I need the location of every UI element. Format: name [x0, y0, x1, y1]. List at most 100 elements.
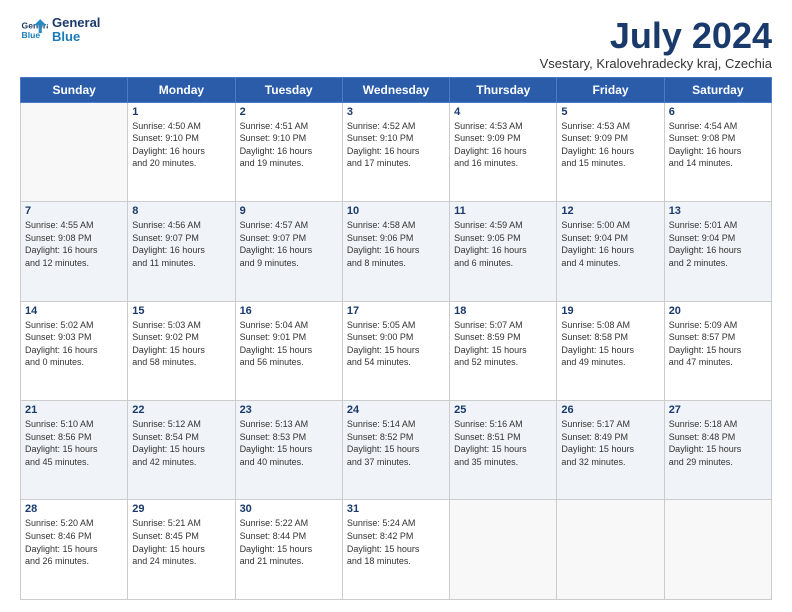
- location: Vsestary, Kralovehradecky kraj, Czechia: [540, 56, 772, 71]
- calendar-cell: 3 Sunrise: 4:52 AMSunset: 9:10 PMDaylight…: [342, 102, 449, 201]
- day-number: 18: [454, 305, 552, 317]
- day-number: 1: [132, 106, 230, 118]
- day-number: 30: [240, 503, 338, 515]
- calendar-cell: 17Sunrise: 5:05 AMSunset: 9:00 PMDayligh…: [342, 301, 449, 400]
- cell-content: Sunrise: 4:51 AMSunset: 9:10 PMDaylight:…: [240, 120, 338, 170]
- calendar-cell: 4 Sunrise: 4:53 AMSunset: 9:09 PMDaylight…: [450, 102, 557, 201]
- cell-content: Sunrise: 4:58 AMSunset: 9:06 PMDaylight:…: [347, 219, 445, 269]
- col-header-wednesday: Wednesday: [342, 77, 449, 102]
- col-header-tuesday: Tuesday: [235, 77, 342, 102]
- cell-content: Sunrise: 5:01 AMSunset: 9:04 PMDaylight:…: [669, 219, 767, 269]
- cell-content: Sunrise: 5:10 AMSunset: 8:56 PMDaylight:…: [25, 418, 123, 468]
- calendar-cell: 20Sunrise: 5:09 AMSunset: 8:57 PMDayligh…: [664, 301, 771, 400]
- day-number: 3: [347, 106, 445, 118]
- day-number: 16: [240, 305, 338, 317]
- day-number: 11: [454, 205, 552, 217]
- calendar-cell: 31 Sunrise: 5:24 AMSunset: 8:42 PMDayligh…: [342, 500, 449, 600]
- month-title: July 2024: [540, 16, 772, 56]
- calendar-cell: 8 Sunrise: 4:56 AMSunset: 9:07 PMDaylight…: [128, 202, 235, 301]
- day-number: 24: [347, 404, 445, 416]
- title-block: July 2024 Vsestary, Kralovehradecky kraj…: [540, 16, 772, 71]
- day-number: 5: [561, 106, 659, 118]
- calendar-row: 1 Sunrise: 4:50 AMSunset: 9:10 PMDaylight…: [21, 102, 772, 201]
- cell-content: Sunrise: 5:17 AMSunset: 8:49 PMDaylight:…: [561, 418, 659, 468]
- day-number: 28: [25, 503, 123, 515]
- calendar-cell: [664, 500, 771, 600]
- calendar-cell: 13Sunrise: 5:01 AMSunset: 9:04 PMDayligh…: [664, 202, 771, 301]
- calendar-row: 7 Sunrise: 4:55 AMSunset: 9:08 PMDaylight…: [21, 202, 772, 301]
- cell-content: Sunrise: 5:07 AMSunset: 8:59 PMDaylight:…: [454, 319, 552, 369]
- day-number: 19: [561, 305, 659, 317]
- col-header-saturday: Saturday: [664, 77, 771, 102]
- calendar-cell: 29Sunrise: 5:21 AMSunset: 8:45 PMDayligh…: [128, 500, 235, 600]
- cell-content: Sunrise: 4:50 AMSunset: 9:10 PMDaylight:…: [132, 120, 230, 170]
- cell-content: Sunrise: 4:59 AMSunset: 9:05 PMDaylight:…: [454, 219, 552, 269]
- cell-content: Sunrise: 5:24 AMSunset: 8:42 PMDaylight:…: [347, 517, 445, 567]
- day-number: 2: [240, 106, 338, 118]
- cell-content: Sunrise: 5:08 AMSunset: 8:58 PMDaylight:…: [561, 319, 659, 369]
- day-number: 21: [25, 404, 123, 416]
- calendar-cell: 25 Sunrise: 5:16 AMSunset: 8:51 PMDayligh…: [450, 401, 557, 500]
- day-number: 17: [347, 305, 445, 317]
- calendar-cell: 21 Sunrise: 5:10 AMSunset: 8:56 PMDayligh…: [21, 401, 128, 500]
- svg-text:General: General: [22, 21, 48, 31]
- day-number: 8: [132, 205, 230, 217]
- cell-content: Sunrise: 5:18 AMSunset: 8:48 PMDaylight:…: [669, 418, 767, 468]
- day-number: 27: [669, 404, 767, 416]
- calendar-cell: 5 Sunrise: 4:53 AMSunset: 9:09 PMDaylight…: [557, 102, 664, 201]
- logo-text-general: General: [52, 16, 100, 30]
- calendar-cell: 7 Sunrise: 4:55 AMSunset: 9:08 PMDaylight…: [21, 202, 128, 301]
- calendar-cell: 28 Sunrise: 5:20 AMSunset: 8:46 PMDayligh…: [21, 500, 128, 600]
- calendar-page: General Blue General Blue July 2024 Vses…: [0, 0, 792, 612]
- col-header-monday: Monday: [128, 77, 235, 102]
- logo-icon: General Blue: [20, 16, 48, 44]
- calendar-cell: 22 Sunrise: 5:12 AMSunset: 8:54 PMDayligh…: [128, 401, 235, 500]
- cell-content: Sunrise: 5:13 AMSunset: 8:53 PMDaylight:…: [240, 418, 338, 468]
- day-number: 15: [132, 305, 230, 317]
- calendar-cell: 1 Sunrise: 4:50 AMSunset: 9:10 PMDaylight…: [128, 102, 235, 201]
- calendar-row: 28 Sunrise: 5:20 AMSunset: 8:46 PMDayligh…: [21, 500, 772, 600]
- cell-content: Sunrise: 5:22 AMSunset: 8:44 PMDaylight:…: [240, 517, 338, 567]
- day-number: 12: [561, 205, 659, 217]
- cell-content: Sunrise: 4:53 AMSunset: 9:09 PMDaylight:…: [454, 120, 552, 170]
- calendar-cell: 18 Sunrise: 5:07 AMSunset: 8:59 PMDayligh…: [450, 301, 557, 400]
- cell-content: Sunrise: 5:14 AMSunset: 8:52 PMDaylight:…: [347, 418, 445, 468]
- calendar-cell: 6Sunrise: 4:54 AMSunset: 9:08 PMDaylight…: [664, 102, 771, 201]
- cell-content: Sunrise: 5:00 AMSunset: 9:04 PMDaylight:…: [561, 219, 659, 269]
- calendar-row: 14 Sunrise: 5:02 AMSunset: 9:03 PMDayligh…: [21, 301, 772, 400]
- calendar-cell: 24 Sunrise: 5:14 AMSunset: 8:52 PMDayligh…: [342, 401, 449, 500]
- cell-content: Sunrise: 4:54 AMSunset: 9:08 PMDaylight:…: [669, 120, 767, 170]
- calendar-table: SundayMondayTuesdayWednesdayThursdayFrid…: [20, 77, 772, 600]
- cell-content: Sunrise: 5:12 AMSunset: 8:54 PMDaylight:…: [132, 418, 230, 468]
- cell-content: Sunrise: 4:55 AMSunset: 9:08 PMDaylight:…: [25, 219, 123, 269]
- calendar-cell: 23Sunrise: 5:13 AMSunset: 8:53 PMDayligh…: [235, 401, 342, 500]
- cell-content: Sunrise: 5:09 AMSunset: 8:57 PMDaylight:…: [669, 319, 767, 369]
- cell-content: Sunrise: 5:02 AMSunset: 9:03 PMDaylight:…: [25, 319, 123, 369]
- cell-content: Sunrise: 5:21 AMSunset: 8:45 PMDaylight:…: [132, 517, 230, 567]
- cell-content: Sunrise: 4:56 AMSunset: 9:07 PMDaylight:…: [132, 219, 230, 269]
- day-number: 10: [347, 205, 445, 217]
- cell-content: Sunrise: 4:57 AMSunset: 9:07 PMDaylight:…: [240, 219, 338, 269]
- cell-content: Sunrise: 4:52 AMSunset: 9:10 PMDaylight:…: [347, 120, 445, 170]
- day-number: 22: [132, 404, 230, 416]
- calendar-cell: 9Sunrise: 4:57 AMSunset: 9:07 PMDaylight…: [235, 202, 342, 301]
- day-number: 14: [25, 305, 123, 317]
- cell-content: Sunrise: 5:16 AMSunset: 8:51 PMDaylight:…: [454, 418, 552, 468]
- cell-content: Sunrise: 4:53 AMSunset: 9:09 PMDaylight:…: [561, 120, 659, 170]
- col-header-sunday: Sunday: [21, 77, 128, 102]
- day-number: 4: [454, 106, 552, 118]
- logo-text-blue: Blue: [52, 30, 100, 44]
- header: General Blue General Blue July 2024 Vses…: [20, 16, 772, 71]
- cell-content: Sunrise: 5:04 AMSunset: 9:01 PMDaylight:…: [240, 319, 338, 369]
- day-number: 31: [347, 503, 445, 515]
- day-number: 25: [454, 404, 552, 416]
- col-header-friday: Friday: [557, 77, 664, 102]
- calendar-cell: 14 Sunrise: 5:02 AMSunset: 9:03 PMDayligh…: [21, 301, 128, 400]
- cell-content: Sunrise: 5:03 AMSunset: 9:02 PMDaylight:…: [132, 319, 230, 369]
- calendar-cell: [21, 102, 128, 201]
- calendar-row: 21 Sunrise: 5:10 AMSunset: 8:56 PMDayligh…: [21, 401, 772, 500]
- cell-content: Sunrise: 5:20 AMSunset: 8:46 PMDaylight:…: [25, 517, 123, 567]
- header-row: SundayMondayTuesdayWednesdayThursdayFrid…: [21, 77, 772, 102]
- day-number: 7: [25, 205, 123, 217]
- logo: General Blue General Blue: [20, 16, 100, 45]
